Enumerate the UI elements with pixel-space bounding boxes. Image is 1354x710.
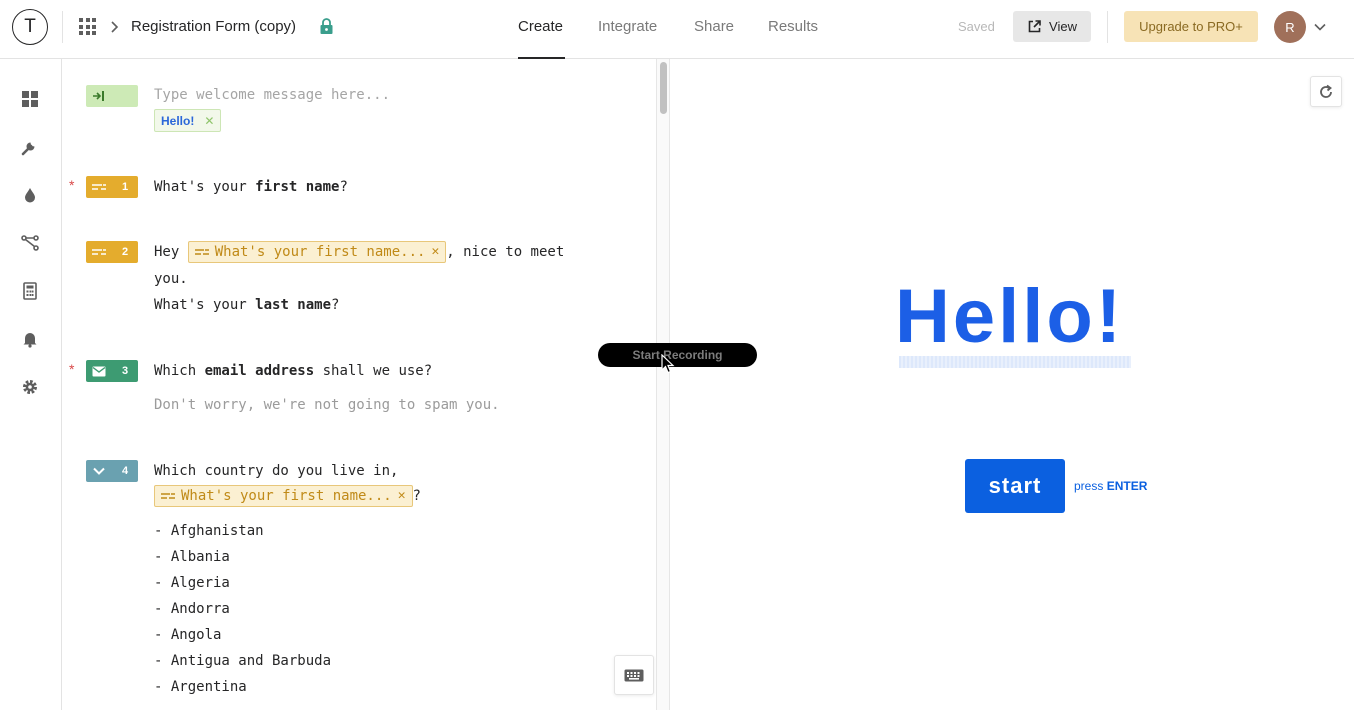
mouse-cursor-icon xyxy=(661,354,675,374)
wrench-icon[interactable] xyxy=(21,138,39,156)
short-text-icon xyxy=(92,249,106,255)
question-text-2-line3[interactable]: What's your last name? xyxy=(154,292,339,318)
tab-results[interactable]: Results xyxy=(768,18,818,35)
choice-option[interactable]: - Angola xyxy=(154,622,221,648)
view-button[interactable]: View xyxy=(1013,11,1091,42)
chevron-right-icon xyxy=(111,21,119,33)
top-bar: T Registration Form (copy) Create Integr… xyxy=(0,0,1354,59)
upgrade-button[interactable]: Upgrade to PRO+ xyxy=(1124,11,1258,42)
question-text-4[interactable]: Which country do you live in, xyxy=(154,458,398,484)
bell-icon[interactable] xyxy=(21,330,39,348)
dashboard-icon[interactable] xyxy=(21,90,39,108)
choice-option[interactable]: - Algeria xyxy=(154,570,230,596)
gear-icon[interactable] xyxy=(21,378,39,396)
recall-pill[interactable]: What's your first name... ✕ xyxy=(187,239,447,265)
welcome-heading: Hello! xyxy=(895,274,1125,359)
typeform-logo[interactable]: T xyxy=(12,9,48,45)
start-recording-button[interactable]: Start Recording xyxy=(598,343,757,367)
external-link-icon xyxy=(1028,20,1041,33)
calculator-icon[interactable] xyxy=(21,282,39,300)
question-badge-3[interactable]: 3 xyxy=(86,360,138,382)
keyboard-shortcuts-button[interactable] xyxy=(614,655,654,695)
apps-grid-icon[interactable] xyxy=(79,18,96,35)
editor-scrollbar[interactable] xyxy=(656,59,670,710)
remove-tag-icon[interactable]: ✕ xyxy=(204,114,214,128)
avatar[interactable]: R xyxy=(1274,11,1306,43)
drop-icon[interactable] xyxy=(21,186,39,204)
welcome-badge[interactable] xyxy=(86,85,138,107)
question-badge-1[interactable]: 1 xyxy=(86,176,138,198)
choice-option[interactable]: - Andorra xyxy=(154,596,230,622)
remove-recall-icon[interactable]: ✕ xyxy=(431,239,439,265)
short-text-icon xyxy=(194,249,209,255)
tab-create[interactable]: Create xyxy=(518,18,563,35)
choice-option[interactable]: - Afghanistan xyxy=(154,518,264,544)
short-text-icon xyxy=(161,493,175,499)
refresh-preview-button[interactable] xyxy=(1310,76,1342,107)
welcome-message-input[interactable]: Type welcome message here... xyxy=(154,82,390,108)
editor-panel xyxy=(62,59,656,710)
question-badge-4[interactable]: 4 xyxy=(86,460,138,482)
lock-icon[interactable] xyxy=(319,17,334,35)
choice-option[interactable]: - Albania xyxy=(154,544,230,570)
divider xyxy=(62,11,63,43)
short-text-icon xyxy=(92,184,106,190)
scrollbar-thumb[interactable] xyxy=(660,62,667,114)
heading-underline xyxy=(899,356,1131,368)
tab-share[interactable]: Share xyxy=(694,18,734,35)
question-text-1[interactable]: What's your first name? xyxy=(154,174,348,200)
saved-status: Saved xyxy=(958,19,995,34)
required-marker: * xyxy=(69,177,75,193)
start-button[interactable]: start xyxy=(965,459,1065,513)
recall-pill[interactable]: What's your first name... ✕ xyxy=(154,485,413,507)
question-text-3[interactable]: Which email address shall we use? xyxy=(154,358,432,384)
question-text-2[interactable]: Hey What's your first name... ✕, nice to … xyxy=(154,239,564,265)
question-text-2-line2[interactable]: you. xyxy=(154,266,188,292)
required-marker: * xyxy=(69,361,75,377)
tab-integrate[interactable]: Integrate xyxy=(598,18,657,35)
form-title[interactable]: Registration Form (copy) xyxy=(131,18,296,35)
logic-icon[interactable] xyxy=(21,234,39,252)
left-rail xyxy=(0,59,62,710)
question-badge-2[interactable]: 2 xyxy=(86,241,138,263)
refresh-icon xyxy=(1320,84,1332,98)
question-text-4-line2[interactable]: What's your first name... ✕? xyxy=(154,483,421,509)
keyboard-icon xyxy=(624,669,644,681)
remove-recall-icon[interactable]: ✕ xyxy=(398,483,406,509)
divider xyxy=(1107,11,1108,43)
enter-screen-icon xyxy=(93,91,104,101)
press-enter-hint: press ENTER xyxy=(1074,479,1148,493)
question-description-3[interactable]: Don't worry, we're not going to spam you… xyxy=(154,392,500,418)
choice-option[interactable]: - Antigua and Barbuda xyxy=(154,648,331,674)
preview-panel xyxy=(670,59,1354,710)
choice-option[interactable]: - Argentina xyxy=(154,674,247,700)
welcome-tag[interactable]: Hello! ✕ xyxy=(154,109,222,132)
view-label: View xyxy=(1049,19,1077,34)
dropdown-icon xyxy=(93,467,105,475)
email-icon xyxy=(92,366,106,376)
chevron-down-icon[interactable] xyxy=(1313,20,1327,34)
welcome-tag-label: Hello! xyxy=(161,113,195,128)
